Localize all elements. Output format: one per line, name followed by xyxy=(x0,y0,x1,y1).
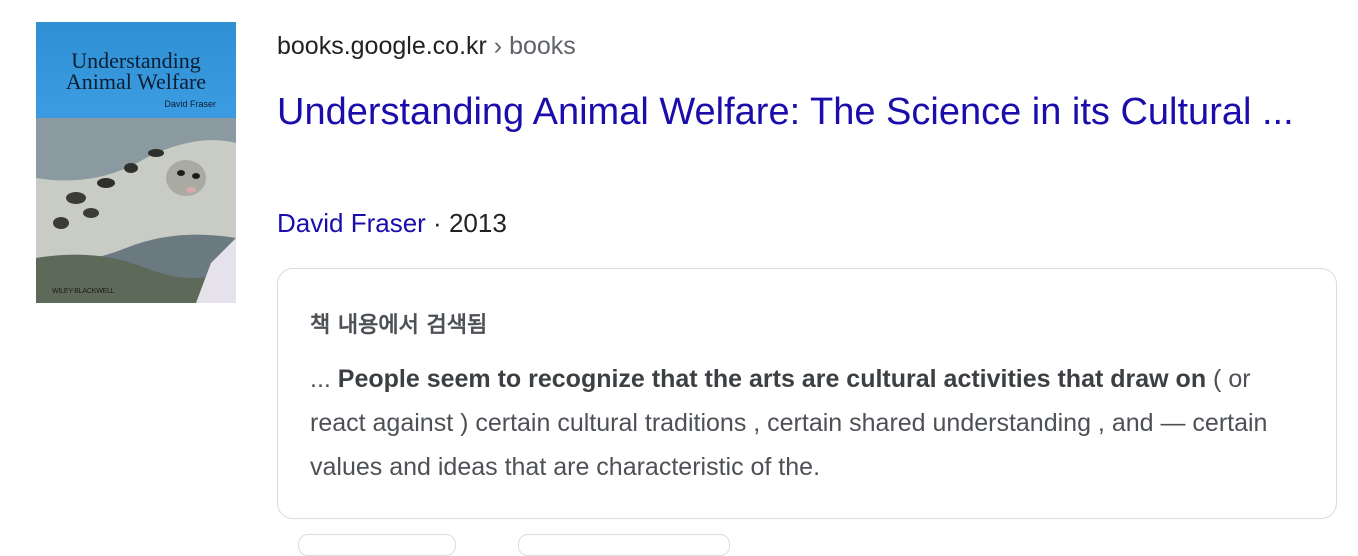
action-chip-1[interactable] xyxy=(298,534,456,556)
action-chip-2[interactable] xyxy=(518,534,730,556)
cover-publisher: WILEY-BLACKWELL xyxy=(52,288,115,295)
meta-separator: · xyxy=(425,208,449,238)
snippet-highlight: People seem to recognize that the arts a… xyxy=(337,365,1207,393)
result-title-link[interactable]: Understanding Animal Welfare: The Scienc… xyxy=(277,82,1327,142)
url-separator: › xyxy=(486,32,510,60)
cover-title: Understanding Animal Welfare xyxy=(65,48,207,94)
snippet-header: 책 내용에서 검색됨 xyxy=(310,313,488,338)
cover-author: David Fraser xyxy=(164,99,216,109)
author-link[interactable]: David Fraser xyxy=(277,208,426,238)
result-url[interactable]: books.google.co.kr › books xyxy=(277,32,576,61)
snippet-prefix: ... xyxy=(310,365,338,393)
snippet-text: ... People seem to recognize that the ar… xyxy=(310,357,1310,489)
cover-leopard-image xyxy=(36,118,236,303)
book-cover-thumbnail[interactable]: Understanding Animal Welfare David Frase… xyxy=(36,22,236,303)
url-path: books xyxy=(509,32,576,60)
result-meta: David Fraser · 2013 xyxy=(277,208,507,239)
book-snippet-card: 책 내용에서 검색됨 ... People seem to recognize … xyxy=(277,268,1337,519)
url-domain: books.google.co.kr xyxy=(277,32,487,60)
publication-year: 2013 xyxy=(448,208,507,238)
